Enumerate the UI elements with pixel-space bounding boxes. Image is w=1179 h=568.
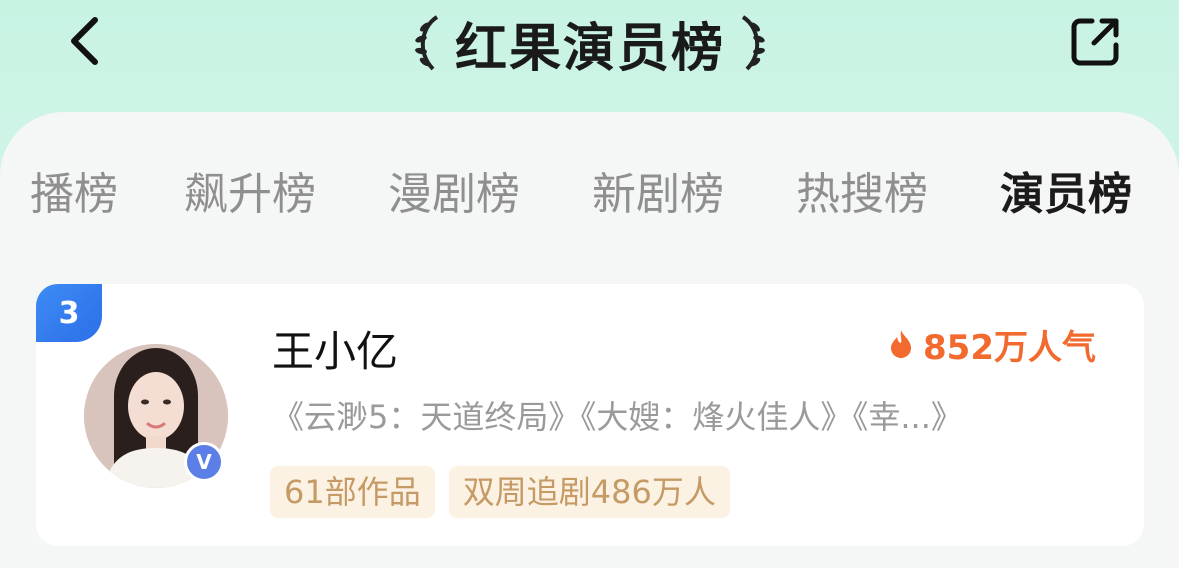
page-title-group: 红果演员榜 — [400, 8, 780, 79]
verified-badge: V — [184, 442, 224, 482]
laurel-right-icon — [741, 15, 765, 71]
share-button[interactable] — [1064, 12, 1128, 70]
works-list: 《云渺5：天道终局》《大嫂：烽火佳人》《幸...》 — [272, 398, 963, 436]
tab-soaring[interactable]: 飙升榜 — [184, 160, 316, 230]
flame-icon — [891, 330, 912, 358]
back-button[interactable] — [58, 12, 110, 70]
tab-bo-bang[interactable]: 播榜 — [30, 160, 118, 230]
chevron-left-icon — [71, 17, 98, 65]
tag-list: 61部作品 双周追剧486万人 — [270, 466, 730, 518]
share-icon — [1071, 18, 1119, 66]
tab-comic-drama[interactable]: 漫剧榜 — [388, 160, 520, 230]
works-count-tag: 61部作品 — [270, 466, 435, 518]
tab-actor[interactable]: 演员榜 — [1000, 160, 1132, 230]
laurel-left-icon — [415, 15, 439, 71]
rank-badge: 3 — [36, 284, 102, 342]
popularity-stat: 852万人气 — [889, 322, 1096, 368]
page-title: 红果演员榜 — [454, 18, 725, 79]
actor-card[interactable]: 3 V 王小亿 852万人气 《云渺5：天道终局》《大嫂：烽火佳人》《幸...》… — [36, 284, 1144, 546]
header: 红果演员榜 — [0, 0, 1179, 110]
tab-new-drama[interactable]: 新剧榜 — [592, 160, 724, 230]
tab-hot-search[interactable]: 热搜榜 — [796, 160, 928, 230]
popularity-value: 852万人气 — [923, 327, 1096, 368]
followers-tag: 双周追剧486万人 — [448, 466, 730, 518]
ranking-tabs: 播榜 飙升榜 漫剧榜 新剧榜 热搜榜 演员榜 — [0, 160, 1179, 230]
actor-name[interactable]: 王小亿 — [272, 318, 398, 379]
